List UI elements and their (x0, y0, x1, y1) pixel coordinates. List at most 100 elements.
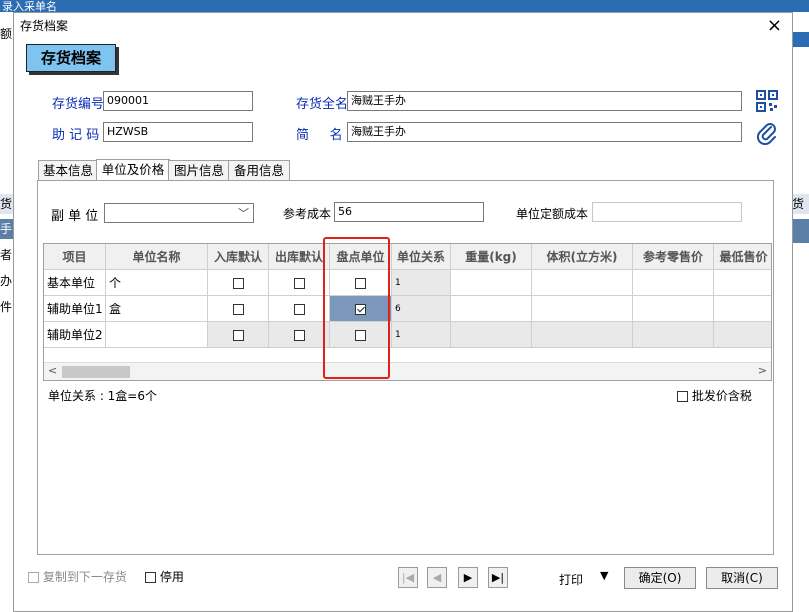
col-header-out-default[interactable]: 出库默认 (269, 244, 330, 270)
wholesale-tax-checkbox[interactable] (677, 391, 688, 402)
tab-basic-info[interactable]: 基本信息 (38, 160, 98, 180)
in-default-checkbox[interactable] (232, 278, 244, 289)
row-weight[interactable] (451, 296, 532, 322)
horizontal-scrollbar[interactable]: < > (44, 362, 771, 380)
tab-picture-info[interactable]: 图片信息 (168, 160, 230, 180)
copy-next-label: 复制到下一存货 (42, 570, 127, 584)
print-label[interactable]: 打印 (559, 571, 583, 588)
row-retail-price[interactable] (633, 296, 714, 322)
unit-relation-text: 单位关系 : 1盒=6个 (48, 389, 157, 403)
background-right-panel: 货辅 (792, 12, 809, 612)
tab-backup-info[interactable]: 备用信息 (228, 160, 290, 180)
out-default-checkbox[interactable] (293, 304, 305, 315)
last-record-button[interactable]: ▶| (488, 567, 508, 588)
row-volume[interactable] (532, 296, 633, 322)
wholesale-tax-label: 批发价含税 (691, 389, 752, 403)
wholesale-tax-option[interactable]: 批发价含税 (677, 387, 752, 404)
row-relation: 6 (392, 296, 451, 322)
form-banner: 存货档案 (26, 44, 116, 72)
attachment-icon[interactable] (756, 121, 778, 145)
cancel-button[interactable]: 取消(C) (706, 567, 778, 589)
fullname-label: 存货全名 (296, 97, 349, 112)
code-input[interactable]: 090001 (103, 91, 253, 111)
tab-unit-price[interactable]: 单位及价格 (96, 159, 170, 181)
out-default-cell (269, 322, 330, 348)
in-default-cell (208, 322, 269, 348)
row-weight[interactable] (451, 322, 532, 348)
first-record-button[interactable]: |◀ (398, 567, 418, 588)
prev-record-button[interactable]: ◀ (427, 567, 447, 588)
in-default-checkbox[interactable] (232, 330, 244, 341)
col-header-in-default[interactable]: 入库默认 (208, 244, 269, 270)
unit-grid: 项目 单位名称 入库默认 出库默认 盘点单位 单位关系 重量(kg) 体积(立方… (43, 243, 772, 381)
unit-quota-cost-label: 单位定额成本 (516, 207, 589, 221)
col-header-item[interactable]: 项目 (44, 244, 106, 270)
mnemonic-input[interactable]: HZWSB (103, 122, 253, 142)
shortname-label: 简 名 (296, 128, 343, 143)
prev-record-icon: ◀ (432, 571, 442, 584)
inventory-unit-checkbox[interactable] (355, 278, 366, 289)
row-volume[interactable] (532, 322, 633, 348)
out-default-checkbox[interactable] (293, 330, 305, 341)
row-retail-price[interactable] (633, 322, 714, 348)
row-unit-name[interactable] (106, 322, 208, 348)
unit-quota-cost-input[interactable] (592, 202, 742, 222)
fullname-input[interactable]: 海贼王手办 (347, 91, 742, 111)
disable-label: 停用 (159, 570, 184, 584)
close-button[interactable]: × (767, 15, 782, 36)
inventory-unit-checkbox[interactable] (355, 304, 366, 315)
col-header-inventory-unit[interactable]: 盘点单位 (330, 244, 392, 270)
col-header-retail-price[interactable]: 参考零售价 (633, 244, 714, 270)
qr-code-icon[interactable] (756, 90, 778, 112)
row-retail-price[interactable] (633, 270, 714, 296)
inventory-unit-cell (330, 296, 392, 322)
out-default-checkbox[interactable] (293, 278, 305, 289)
ok-button[interactable]: 确定(O) (624, 567, 696, 589)
col-header-min-price[interactable]: 最低售价 (714, 244, 771, 270)
row-min-price[interactable] (714, 322, 771, 348)
copy-next-checkbox[interactable] (28, 572, 39, 583)
row-min-price[interactable] (714, 296, 771, 322)
row-min-price[interactable] (714, 270, 771, 296)
in-default-cell (208, 296, 269, 322)
sub-unit-label: 副 单 位 (51, 209, 99, 224)
disable-option[interactable]: 停用 (145, 568, 184, 585)
mnemonic-label: 助 记 码 (52, 128, 100, 143)
in-default-cell (208, 270, 269, 296)
shortname-input[interactable]: 海贼王手办 (347, 122, 742, 142)
next-record-icon: ▶ (463, 571, 473, 584)
row-unit-name[interactable]: 个 (106, 270, 208, 296)
disable-checkbox[interactable] (145, 572, 156, 583)
in-default-checkbox[interactable] (232, 304, 244, 315)
bg-fragment: 货辅 (792, 194, 809, 214)
inventory-unit-checkbox[interactable] (355, 330, 366, 341)
copy-next-option[interactable]: 复制到下一存货 (28, 568, 127, 585)
first-record-icon: |◀ (401, 571, 415, 584)
scroll-left-icon[interactable]: < (48, 364, 57, 377)
out-default-cell (269, 296, 330, 322)
next-record-button[interactable]: ▶ (458, 567, 478, 588)
row-relation: 1 (392, 322, 451, 348)
row-unit-name[interactable]: 盒 (106, 296, 208, 322)
scroll-right-icon[interactable]: > (758, 364, 767, 377)
out-default-cell (269, 270, 330, 296)
ref-cost-label: 参考成本 (283, 207, 332, 221)
sub-unit-select[interactable]: ﹀ (104, 203, 254, 223)
col-header-weight[interactable]: 重量(kg) (451, 244, 532, 270)
inventory-unit-cell (330, 270, 392, 296)
chevron-down-icon: ﹀ (238, 207, 249, 220)
row-item: 辅助单位2 (44, 322, 106, 348)
col-header-unit-name[interactable]: 单位名称 (106, 244, 208, 270)
ref-cost-input[interactable]: 56 (334, 202, 484, 222)
row-volume[interactable] (532, 270, 633, 296)
code-label: 存货编号 (52, 97, 105, 112)
scroll-thumb[interactable] (62, 366, 130, 378)
inventory-dialog: 存货档案 × 存货档案 存货编号 090001 存货全名 海贼王手办 助 记 码… (13, 12, 793, 612)
row-item: 辅助单位1 (44, 296, 106, 322)
row-weight[interactable] (451, 270, 532, 296)
col-header-relation[interactable]: 单位关系 (392, 244, 451, 270)
col-header-volume[interactable]: 体积(立方米) (532, 244, 633, 270)
print-dropdown-icon[interactable]: ▼ (600, 569, 608, 582)
last-record-icon: ▶| (491, 571, 505, 584)
dialog-title: 存货档案 (20, 19, 69, 33)
